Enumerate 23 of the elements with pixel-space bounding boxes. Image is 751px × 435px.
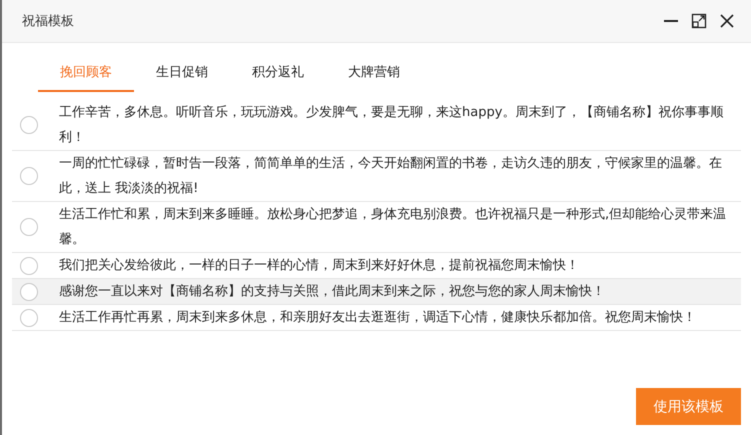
radio-button[interactable] xyxy=(20,256,38,274)
radio-button[interactable] xyxy=(20,308,38,326)
template-text: 生活工作再忙再累，周末到来多休息，和亲朋好友出去逛逛街，调适下心情，健康快乐都加倍。祝您周末愉快！ xyxy=(59,309,697,327)
template-text: 生活工作忙和累，周末到来多睡睡。放松身心把梦追，身体充电别浪费。也许祝福只是一种形式,但却能给心灵带来温馨。 xyxy=(59,206,728,249)
radio-button[interactable] xyxy=(20,116,38,134)
template-row[interactable]: 生活工作忙和累，周末到来多睡睡。放松身心把梦追，身体充电别浪费。也许祝福只是一种形式,但却能给心灵带来温馨。 xyxy=(12,202,741,253)
maximize-icon[interactable] xyxy=(691,13,707,29)
tab[interactable]: 生日促销 xyxy=(134,53,230,92)
window-title: 祝福模板 xyxy=(22,13,74,30)
close-icon[interactable] xyxy=(719,13,735,29)
template-row[interactable]: 工作辛苦，多休息。听听音乐，玩玩游戏。少发脾气，要是无聊，来这happy。周末到了，【商铺名称】祝你事事顺利！ xyxy=(12,100,741,151)
radio-button[interactable] xyxy=(20,282,38,300)
template-row[interactable]: 一周的忙忙碌碌，暂时告一段落，简简单单的生活，今天开始翻闲置的书卷，走访久违的朋友，守候家里的温馨。在此，送上 我淡淡的祝福! xyxy=(12,151,741,202)
template-text: 一周的忙忙碌碌，暂时告一段落，简简单单的生活，今天开始翻闲置的书卷，走访久违的朋友，守候家里的温馨。在此，送上 我淡淡的祝福! xyxy=(59,155,723,198)
template-row[interactable]: 生活工作再忙再累，周末到来多休息，和亲朋好友出去逛逛街，调适下心情，健康快乐都加倍。祝您周末愉快！ xyxy=(12,305,741,331)
radio-button[interactable] xyxy=(20,218,38,236)
template-text: 感谢您一直以来对【商铺名称】的支持与关照，借此周末到来之际，祝您与您的家人周末愉快！ xyxy=(59,283,606,301)
template-text: 工作辛苦，多休息。听听音乐，玩玩游戏。少发脾气，要是无聊，来这happy。周末到了，【商铺名称】祝你事事顺利！ xyxy=(59,104,724,147)
template-text: 我们把关心发给彼此，一样的日子一样的心情，周末到来好好休息，提前祝福您周末愉快！ xyxy=(59,257,580,275)
tab[interactable]: 积分返礼 xyxy=(230,53,326,92)
template-row[interactable]: 感谢您一直以来对【商铺名称】的支持与关照，借此周末到来之际，祝您与您的家人周末愉快！ xyxy=(12,279,741,305)
radio-button[interactable] xyxy=(20,167,38,185)
tab[interactable]: 大牌营销 xyxy=(326,53,422,92)
